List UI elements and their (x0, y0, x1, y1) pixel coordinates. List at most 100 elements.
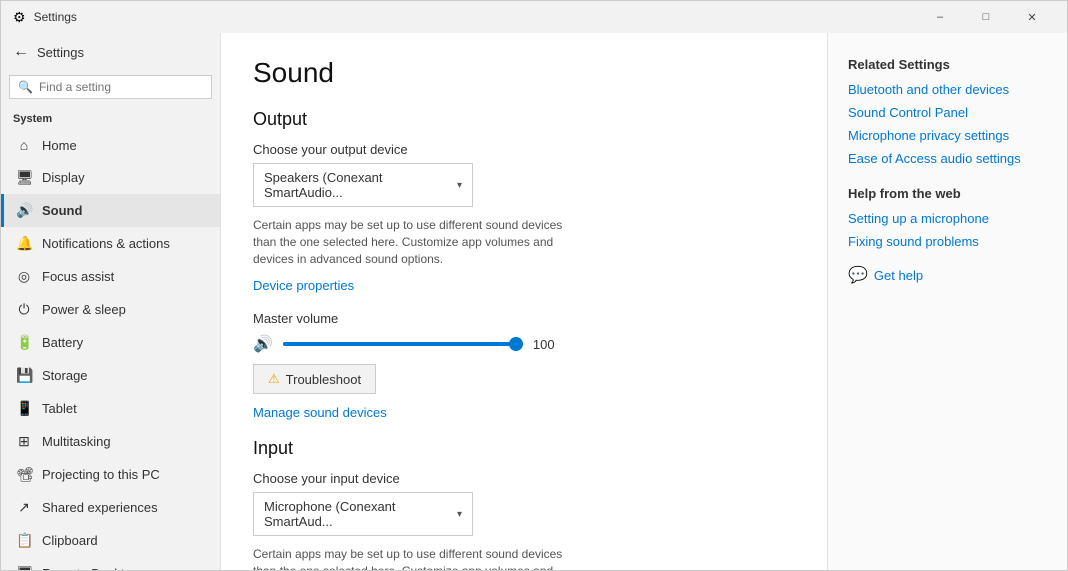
troubleshoot-button[interactable]: ⚠ Troubleshoot (253, 364, 376, 394)
sidebar-item-home-label: Home (42, 138, 77, 153)
sidebar-item-power[interactable]: ⏻ Power & sleep (1, 293, 220, 326)
output-device-dropdown[interactable]: Speakers (Conexant SmartAudio... ▾ (253, 163, 473, 207)
volume-slider-track[interactable] (283, 342, 523, 346)
input-section-title: Input (253, 438, 795, 459)
sidebar-section-label: System (1, 107, 220, 129)
sidebar-item-home[interactable]: ⌂ Home (1, 129, 220, 161)
back-label: Settings (37, 45, 84, 60)
titlebar-controls: – □ ✕ (917, 1, 1055, 33)
back-arrow-icon: ← (13, 43, 29, 61)
sidebar-item-power-label: Power & sleep (42, 302, 126, 317)
sidebar-item-tablet[interactable]: 📱 Tablet (1, 392, 220, 425)
sidebar-item-multitasking[interactable]: ⊞ Multitasking (1, 425, 220, 458)
multitasking-icon: ⊞ (16, 433, 32, 450)
display-icon: 🖥 (16, 169, 32, 186)
sidebar-item-clipboard-label: Clipboard (42, 533, 98, 548)
related-bluetooth-link[interactable]: Bluetooth and other devices (848, 82, 1047, 97)
output-device-properties-link[interactable]: Device properties (253, 278, 354, 293)
projecting-icon: 📽 (16, 466, 32, 483)
settings-icon: ⚙ (13, 9, 26, 26)
volume-slider-thumb[interactable] (509, 337, 523, 351)
sidebar-item-tablet-label: Tablet (42, 401, 77, 416)
sidebar-item-projecting-label: Projecting to this PC (42, 467, 160, 482)
tablet-icon: 📱 (16, 400, 32, 417)
close-button[interactable]: ✕ (1009, 1, 1055, 33)
titlebar-left: ⚙ Settings (13, 9, 77, 26)
sidebar-item-projecting[interactable]: 📽 Projecting to this PC (1, 458, 220, 491)
volume-value: 100 (533, 337, 563, 352)
sidebar-item-sound-label: Sound (42, 203, 82, 218)
output-choose-label: Choose your output device (253, 142, 795, 157)
search-box[interactable]: 🔍 (9, 75, 212, 99)
sidebar-item-shared[interactable]: ↗ Shared experiences (1, 491, 220, 524)
get-help-row-container: 💬 Get help (848, 265, 1047, 285)
output-device-value: Speakers (Conexant SmartAudio... (264, 170, 457, 200)
main-content: ← Settings 🔍 System ⌂ Home 🖥 Display 🔊 S… (1, 33, 1067, 570)
get-help-row: 💬 Get help (848, 265, 1047, 285)
help-section: Help from the web Setting up a microphon… (848, 186, 1047, 249)
maximize-button[interactable]: □ (963, 1, 1009, 33)
sound-icon: 🔊 (16, 202, 32, 219)
get-help-icon: 💬 (848, 265, 868, 285)
sidebar-item-storage-label: Storage (42, 368, 88, 383)
focus-assist-icon: ◎ (16, 268, 32, 285)
window-title: Settings (34, 10, 77, 24)
sidebar-item-focus-label: Focus assist (42, 269, 114, 284)
sidebar-item-notifications[interactable]: 🔔 Notifications & actions (1, 227, 220, 260)
back-button[interactable]: ← Settings (1, 33, 220, 71)
related-ease-access-link[interactable]: Ease of Access audio settings (848, 151, 1047, 166)
content-area: Sound Output Choose your output device S… (221, 33, 827, 570)
search-input[interactable] (39, 80, 203, 94)
volume-row: 🔊 100 (253, 334, 795, 354)
input-hint-text: Certain apps may be set up to use differ… (253, 546, 573, 570)
clipboard-icon: 📋 (16, 532, 32, 549)
warning-icon: ⚠ (268, 371, 280, 387)
remote-icon: 🖥 (16, 565, 32, 570)
shared-icon: ↗ (16, 499, 32, 516)
settings-window: ⚙ Settings – □ ✕ ← Settings 🔍 System ⌂ H… (0, 0, 1068, 571)
sidebar-item-remote-label: Remote Desktop (42, 566, 139, 570)
sidebar-item-display[interactable]: 🖥 Display (1, 161, 220, 194)
related-microphone-privacy-link[interactable]: Microphone privacy settings (848, 128, 1047, 143)
help-fixing-sound-link[interactable]: Fixing sound problems (848, 234, 1047, 249)
output-dropdown-arrow-icon: ▾ (457, 180, 462, 191)
power-icon: ⏻ (16, 301, 32, 318)
related-settings-title: Related Settings (848, 57, 1047, 72)
output-section-title: Output (253, 109, 795, 130)
search-icon: 🔍 (18, 80, 33, 94)
sidebar-item-remote[interactable]: 🖥 Remote Desktop (1, 557, 220, 570)
sidebar-item-clipboard[interactable]: 📋 Clipboard (1, 524, 220, 557)
manage-sound-devices-link[interactable]: Manage sound devices (253, 405, 387, 420)
input-device-value: Microphone (Conexant SmartAud... (264, 499, 457, 529)
sidebar: ← Settings 🔍 System ⌂ Home 🖥 Display 🔊 S… (1, 33, 221, 570)
minimize-button[interactable]: – (917, 1, 963, 33)
input-choose-label: Choose your input device (253, 471, 795, 486)
battery-icon: 🔋 (16, 334, 32, 351)
volume-icon: 🔊 (253, 334, 273, 354)
sidebar-item-multitasking-label: Multitasking (42, 434, 111, 449)
help-from-web-title: Help from the web (848, 186, 1047, 201)
sidebar-item-focus-assist[interactable]: ◎ Focus assist (1, 260, 220, 293)
get-help-link[interactable]: Get help (874, 268, 923, 283)
home-icon: ⌂ (16, 137, 32, 153)
sidebar-item-notifications-label: Notifications & actions (42, 236, 170, 251)
input-device-dropdown[interactable]: Microphone (Conexant SmartAud... ▾ (253, 492, 473, 536)
sidebar-item-sound[interactable]: 🔊 Sound (1, 194, 220, 227)
related-sound-control-link[interactable]: Sound Control Panel (848, 105, 1047, 120)
output-hint-text: Certain apps may be set up to use differ… (253, 217, 573, 267)
sidebar-item-display-label: Display (42, 170, 85, 185)
page-title: Sound (253, 57, 795, 89)
sidebar-item-storage[interactable]: 💾 Storage (1, 359, 220, 392)
titlebar: ⚙ Settings – □ ✕ (1, 1, 1067, 33)
notifications-icon: 🔔 (16, 235, 32, 252)
help-setup-mic-link[interactable]: Setting up a microphone (848, 211, 1047, 226)
volume-slider-fill (283, 342, 523, 346)
sidebar-item-shared-label: Shared experiences (42, 500, 158, 515)
sidebar-item-battery[interactable]: 🔋 Battery (1, 326, 220, 359)
storage-icon: 💾 (16, 367, 32, 384)
right-panel: Related Settings Bluetooth and other dev… (827, 33, 1067, 570)
input-dropdown-arrow-icon: ▾ (457, 509, 462, 520)
master-volume-label: Master volume (253, 311, 795, 326)
sidebar-item-battery-label: Battery (42, 335, 83, 350)
troubleshoot-label: Troubleshoot (286, 372, 361, 387)
